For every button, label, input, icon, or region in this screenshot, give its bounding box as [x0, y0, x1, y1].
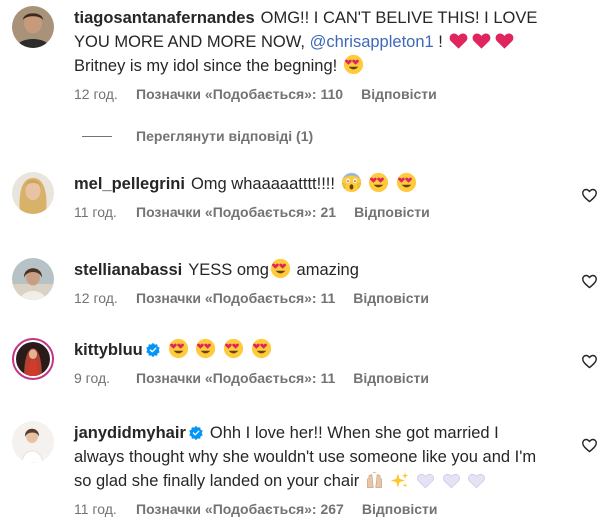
comment-text-part: Omg whaaaaatttt!!!! [190, 175, 340, 193]
divider-line [82, 135, 112, 137]
comment-body: stellianabassi YESS omg amazing 12 год. По… [74, 258, 544, 306]
comment-text-part: YESS omg [188, 261, 269, 279]
reply-button[interactable]: Відповісти [353, 370, 429, 386]
comment-time[interactable]: 11 год. [74, 204, 136, 220]
like-heart-icon[interactable] [581, 353, 598, 370]
comment-username[interactable]: tiagosantanafernandes [74, 9, 255, 27]
likes-count[interactable]: Позначки «Подобається»: 11 [136, 370, 335, 386]
comment-time[interactable]: 11 год. [74, 501, 136, 517]
comment-meta: 12 год. Позначки «Подобається»: 11 Відпові… [74, 290, 544, 306]
avatar[interactable] [12, 172, 54, 214]
view-replies-button[interactable]: Переглянути відповіді (1) [82, 128, 313, 144]
comment-username[interactable]: stellianabassi [74, 261, 182, 279]
likes-count[interactable]: Позначки «Подобається»: 110 [136, 86, 343, 102]
red-heart-icon [471, 30, 492, 51]
reply-button[interactable]: Відповісти [361, 86, 437, 102]
comment-text: kittybluu [74, 338, 544, 362]
verified-badge-icon [188, 425, 204, 441]
comment-time[interactable]: 12 год. [74, 86, 136, 102]
comment-username[interactable]: mel_pellegrini [74, 175, 185, 193]
view-replies-label: Переглянути відповіді (1) [136, 128, 314, 144]
avatar[interactable] [12, 258, 54, 300]
sparkles-icon [390, 471, 409, 490]
like-heart-icon[interactable] [581, 273, 598, 290]
heart-eyes-icon [368, 172, 389, 193]
white-heart-icon [442, 471, 461, 490]
likes-count[interactable]: Позначки «Подобається»: 21 [136, 204, 336, 220]
reply-button[interactable]: Відповісти [353, 290, 429, 306]
comment-text: mel_pellegrini Omg whaaaaatttt!!!! [74, 172, 544, 196]
comment-time[interactable]: 12 год. [74, 290, 136, 306]
likes-count[interactable]: Позначки «Подобається»: 267 [136, 501, 344, 517]
verified-badge-icon [145, 342, 161, 358]
comment-body: tiagosantanafernandes OMG!! I CAN'T BELIV… [74, 6, 544, 102]
heart-eyes-icon [343, 54, 364, 75]
reply-button[interactable]: Відповісти [362, 501, 438, 517]
red-heart-icon [494, 30, 515, 51]
like-heart-icon[interactable] [581, 437, 598, 454]
likes-count[interactable]: Позначки «Подобається»: 11 [136, 290, 335, 306]
heart-eyes-icon [270, 258, 291, 279]
reply-button[interactable]: Відповісти [354, 204, 430, 220]
heart-eyes-icon [168, 338, 189, 359]
heart-eyes-icon [251, 338, 272, 359]
avatar[interactable] [12, 6, 54, 48]
like-heart-icon[interactable] [581, 187, 598, 204]
mention-link[interactable]: @chrisappleton1 [310, 33, 434, 51]
heart-eyes-icon [195, 338, 216, 359]
raised-hands-icon [365, 471, 384, 490]
comment-text-part: amazing [291, 261, 359, 279]
comment-text: stellianabassi YESS omg amazing [74, 258, 544, 282]
comment-username[interactable]: janydidmyhair [74, 424, 186, 442]
white-heart-icon [467, 471, 486, 490]
comment-meta: 12 год. Позначки «Подобається»: 110 Відпов… [74, 86, 544, 102]
comment-text-part: Britney is my idol since the begning! [74, 57, 342, 75]
heart-eyes-icon [223, 338, 244, 359]
screaming-face-icon [341, 172, 362, 193]
comment-body: kittybluu 9 год. Позначки «Подобається»: … [74, 338, 544, 386]
comment-text: janydidmyhair Ohh I love her!! When she g… [74, 421, 544, 493]
comment-text: tiagosantanafernandes OMG!! I CAN'T BELIV… [74, 6, 544, 78]
avatar[interactable] [12, 421, 54, 463]
comment-meta: 11 год. Позначки «Подобається»: 21 Відпові… [74, 204, 544, 220]
white-heart-icon [416, 471, 435, 490]
red-heart-icon [448, 30, 469, 51]
heart-eyes-icon [396, 172, 417, 193]
comment-text-part: ! [433, 33, 448, 51]
comment-time[interactable]: 9 год. [74, 370, 136, 386]
comment-meta: 11 год. Позначки «Подобається»: 267 Відпов… [74, 501, 544, 517]
comment-meta: 9 год. Позначки «Подобається»: 11 Відповіс… [74, 370, 544, 386]
comment-username[interactable]: kittybluu [74, 341, 143, 359]
comment-body: mel_pellegrini Omg whaaaaatttt!!!! 11 год… [74, 172, 544, 220]
comment-body: janydidmyhair Ohh I love her!! When she g… [74, 421, 544, 517]
avatar[interactable] [12, 338, 54, 380]
